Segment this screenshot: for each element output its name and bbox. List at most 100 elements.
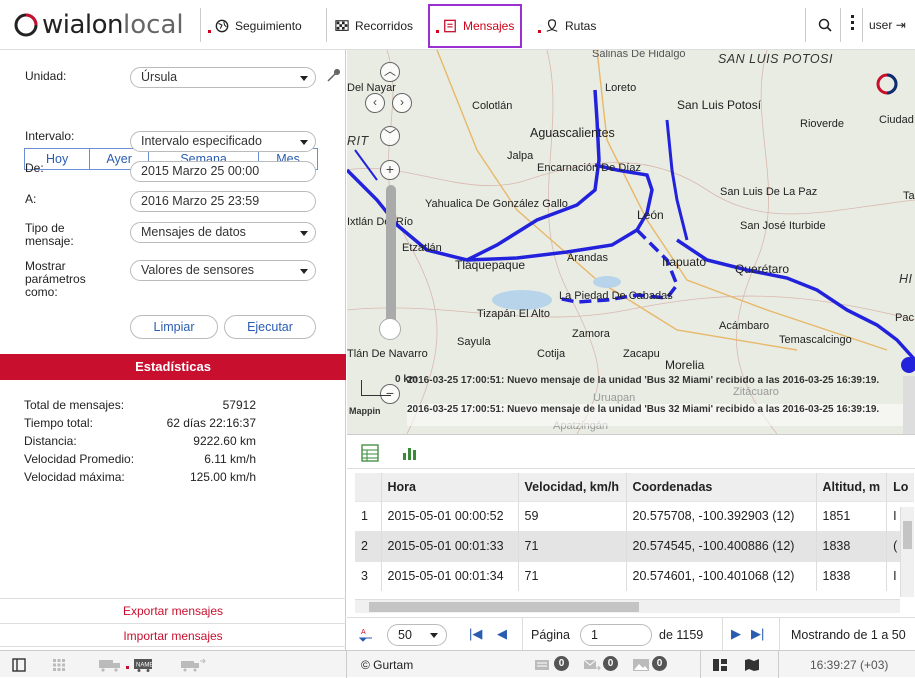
- map-view[interactable]: SAN LUIS POTOSI Salinas De Hidalgo Loret…: [347, 50, 915, 434]
- column-header[interactable]: [355, 473, 382, 501]
- first-page-icon[interactable]: |◀: [469, 626, 482, 642]
- interval-value: Intervalo especificado: [141, 134, 262, 148]
- dot-icon: [208, 29, 211, 33]
- table-cell: 2: [355, 530, 382, 561]
- divider: [722, 618, 723, 652]
- pan-right-button[interactable]: ›: [392, 93, 412, 113]
- map-label: Rioverde: [800, 118, 845, 130]
- map-label: Tlaquepaque: [455, 258, 526, 272]
- chart-view-icon[interactable]: [401, 445, 419, 461]
- zoom-slider-handle[interactable]: [379, 318, 401, 340]
- table-row[interactable]: 2 2015-05-01 00:01:33 71 20.574545, -100…: [355, 530, 915, 561]
- truck-arrow-icon[interactable]: [180, 658, 206, 672]
- tab-mensajes[interactable]: Mensajes: [428, 4, 523, 48]
- tab-rutas[interactable]: Rutas: [538, 12, 596, 40]
- column-header[interactable]: Hora: [381, 473, 519, 501]
- stat-value: 125.00 km/h: [189, 470, 256, 484]
- table-view-icon[interactable]: [361, 444, 379, 462]
- image-icon[interactable]: [632, 658, 650, 672]
- pan-down-button[interactable]: ﹀: [380, 126, 400, 146]
- pan-up-button[interactable]: ︿: [380, 62, 400, 82]
- grid-toolbar: [347, 435, 915, 469]
- map-label: Morelia: [665, 358, 705, 372]
- map-label: Temascalcingo: [779, 334, 852, 346]
- logo-suffix: local: [123, 10, 184, 40]
- table-cell: 20.575708, -100.392903 (12): [626, 500, 817, 531]
- scrollbar-thumb[interactable]: [369, 602, 639, 612]
- trucks-icon[interactable]: [98, 658, 124, 672]
- stat-key: Total de mensajes:: [24, 398, 125, 412]
- stat-value: 6.11 km/h: [204, 452, 256, 466]
- panel-toggle-icon[interactable]: [12, 658, 26, 672]
- messages-icon[interactable]: [534, 658, 552, 672]
- column-header[interactable]: Lo: [886, 473, 915, 501]
- map-attribution: Mappin: [349, 406, 381, 416]
- table-cell: 71: [518, 530, 627, 561]
- sort-az-icon[interactable]: A: [359, 627, 373, 643]
- zoom-in-button[interactable]: +: [380, 160, 400, 180]
- unit-name-icon[interactable]: NAME: [133, 658, 159, 672]
- to-date-input[interactable]: 2016 Marzo 25 23:59: [130, 191, 316, 212]
- tab-label: Mensajes: [463, 19, 515, 33]
- message-type-label: Tipo de mensaje:: [25, 221, 74, 248]
- vertical-scrollbar[interactable]: [900, 507, 914, 597]
- notification-item[interactable]: 2016-03-25 17:00:51: Nuevo mensaje de la…: [407, 376, 915, 396]
- prev-page-icon[interactable]: ◀: [497, 626, 507, 642]
- table-row[interactable]: 1 2015-05-01 00:00:52 59 20.575708, -100…: [355, 500, 915, 531]
- last-page-icon[interactable]: ▶|: [751, 626, 764, 642]
- divider: [862, 8, 863, 42]
- tab-seguimiento[interactable]: Seguimiento: [208, 12, 302, 40]
- export-messages-button[interactable]: Exportar mensajes: [0, 598, 346, 622]
- map-label: Pac: [895, 312, 914, 324]
- notification-item[interactable]: 2016-03-25 17:00:51: Nuevo mensaje de la…: [407, 404, 915, 426]
- table-row[interactable]: 3 2015-05-01 00:01:34 71 20.574601, -100…: [355, 560, 915, 591]
- from-date-input[interactable]: 2015 Marzo 25 00:00: [130, 161, 316, 182]
- search-icon[interactable]: [818, 18, 832, 32]
- grid-layout-icon[interactable]: [52, 658, 66, 672]
- next-page-icon[interactable]: ▶: [731, 626, 741, 642]
- page-size-value: 50: [398, 628, 412, 642]
- pagination-bar: A 50 |◀ ◀ Página 1 de 1159 ▶ ▶| Mostrand…: [347, 617, 915, 652]
- run-button[interactable]: Ejecutar: [224, 315, 316, 339]
- map-label: Tlán De Navarro: [347, 348, 428, 360]
- map-icon[interactable]: [744, 658, 760, 672]
- messages-count-badge: 0: [554, 656, 569, 671]
- dot-icon: [538, 29, 541, 33]
- import-messages-button[interactable]: Importar mensajes: [0, 623, 346, 647]
- page-number-input[interactable]: 1: [580, 624, 652, 646]
- column-header[interactable]: Altitud, m: [816, 473, 888, 501]
- unit-select[interactable]: Úrsula: [130, 67, 316, 88]
- map-label: Tizapán El Alto: [477, 308, 550, 320]
- table-header-row: Hora Velocidad, km/h Coordenadas Altitud…: [355, 473, 915, 501]
- checkered-flag-icon: [335, 20, 349, 31]
- message-type-select[interactable]: Mensajes de datos: [130, 222, 316, 243]
- more-menu-icon[interactable]: [851, 15, 855, 31]
- map-label: Aguascalientes: [530, 126, 615, 140]
- showing-range: Mostrando de 1 a 50: [791, 628, 906, 642]
- stat-key: Velocidad máxima:: [24, 470, 125, 484]
- page-size-select[interactable]: 50: [387, 624, 447, 646]
- user-menu[interactable]: user ⇥: [869, 18, 906, 32]
- notification-scrollbar[interactable]: [903, 376, 915, 434]
- tab-recorridos[interactable]: Recorridos: [334, 12, 413, 40]
- map-label: Colotlán: [472, 100, 513, 112]
- column-header[interactable]: Velocidad, km/h: [518, 473, 627, 501]
- page-count: de 1159: [659, 628, 704, 642]
- split-view-icon[interactable]: [712, 658, 728, 672]
- params-select[interactable]: Valores de sensores: [130, 260, 316, 281]
- bottom-status-bar: NAME © Gurtam 0 0 0 16:39:27 (+03): [0, 650, 915, 678]
- wrench-icon[interactable]: [325, 68, 341, 84]
- interval-select[interactable]: Intervalo especificado: [130, 131, 316, 152]
- mail-arrow-icon[interactable]: [583, 658, 601, 672]
- copyright-text: © Gurtam: [361, 658, 414, 672]
- horizontal-scrollbar[interactable]: [355, 599, 900, 613]
- interval-label: Intervalo:: [25, 129, 75, 143]
- zoom-slider-track[interactable]: [386, 185, 396, 330]
- clear-button[interactable]: Limpiar: [130, 315, 218, 339]
- table-cell: 1: [355, 500, 382, 531]
- chevron-down-icon: [300, 269, 308, 274]
- divider: [778, 651, 779, 678]
- column-header[interactable]: Coordenadas: [626, 473, 817, 501]
- scrollbar-thumb[interactable]: [903, 521, 912, 549]
- pan-left-button[interactable]: ‹: [365, 93, 385, 113]
